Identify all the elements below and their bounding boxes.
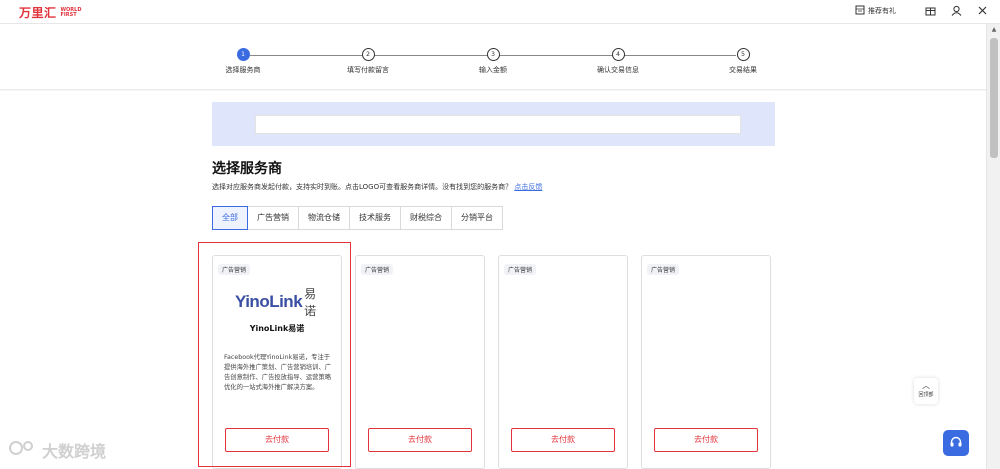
step-2: 2 填写付款留言: [328, 48, 408, 75]
step-1: 1 选择服务商: [203, 48, 283, 75]
user-button[interactable]: [948, 3, 964, 19]
worldfirst-logo[interactable]: 万里汇 WORLD FIRST: [19, 4, 89, 21]
card-category-tag: 广告营销: [504, 264, 537, 275]
user-icon: [951, 5, 962, 18]
main-content: 选择服务商 选择对应服务商发起付款，支持实时到账。点击LOGO可查看服务商详情。…: [0, 91, 986, 469]
card-category-tag: 广告营销: [361, 264, 394, 275]
category-tabs: 全部 广告营销 物流仓储 技术服务 财税综合 分销平台: [212, 206, 503, 230]
step-3: 3 输入金额: [453, 48, 533, 75]
close-button[interactable]: [974, 3, 990, 19]
progress-steps: 1 选择服务商 2 填写付款留言 3 输入金额 4 确认交易信息 5 交易结果: [0, 24, 986, 90]
customer-service-button[interactable]: [943, 430, 969, 456]
chevron-up-icon: ︿: [922, 381, 930, 390]
card-category-tag: 广告营销: [647, 264, 680, 275]
provider-card[interactable]: 广告营销 去付款: [641, 255, 771, 469]
pay-button[interactable]: 去付款: [654, 428, 758, 452]
provider-card[interactable]: 广告营销 去付款: [355, 255, 485, 469]
provider-card[interactable]: 广告营销 去付款: [498, 255, 628, 469]
step-1-dot: 1: [236, 48, 250, 61]
search-banner: [212, 102, 775, 146]
step-3-dot: 3: [486, 48, 500, 61]
step-2-label: 填写付款留言: [347, 66, 389, 74]
headset-icon: [949, 434, 963, 453]
step-5-label: 交易结果: [729, 66, 757, 74]
watermark: 大数跨境: [8, 438, 106, 462]
search-input[interactable]: [255, 115, 741, 134]
step-3-label: 输入金额: [479, 66, 507, 74]
gift-icon: [855, 5, 865, 17]
step-4-dot: 4: [611, 48, 625, 61]
referral-gift-link[interactable]: 推荐有礼: [855, 5, 896, 17]
step-5-dot: 5: [736, 48, 750, 61]
close-icon: [978, 6, 987, 17]
tab-logistics[interactable]: 物流仓储: [298, 206, 350, 230]
back-to-top-button[interactable]: ︿ 回顶部: [914, 378, 938, 404]
subtitle-text: 选择对应服务商发起付款，支持实时到账。点击LOGO可查看服务商详情。没有找到您的…: [212, 183, 513, 191]
scroll-up-icon[interactable]: ▲: [987, 24, 1000, 36]
step-5: 5 交易结果: [703, 48, 783, 75]
tab-tech-services[interactable]: 技术服务: [349, 206, 401, 230]
gift-label: 推荐有礼: [868, 7, 896, 15]
page-subtitle: 选择对应服务商发起付款，支持实时到账。点击LOGO可查看服务商详情。没有找到您的…: [212, 182, 542, 192]
step-2-dot: 2: [361, 48, 375, 61]
tab-all[interactable]: 全部: [212, 206, 248, 230]
app-grid-button[interactable]: [922, 3, 938, 19]
logo-en-text: WORLD FIRST: [60, 6, 82, 18]
back-to-top-label: 回顶部: [918, 392, 934, 398]
scroll-thumb[interactable]: [990, 38, 998, 158]
tab-distribution[interactable]: 分销平台: [451, 206, 503, 230]
tab-tax[interactable]: 财税综合: [400, 206, 452, 230]
step-4: 4 确认交易信息: [578, 48, 658, 75]
logo-cn-text: 万里汇: [19, 6, 57, 20]
pay-button[interactable]: 去付款: [511, 428, 615, 452]
page-scrollbar[interactable]: ▲: [986, 24, 1000, 469]
selection-highlight: [198, 242, 351, 467]
step-4-label: 确认交易信息: [597, 66, 639, 74]
feedback-link[interactable]: 点击反馈: [514, 183, 542, 191]
top-bar: 万里汇 WORLD FIRST 推荐有礼: [0, 0, 1000, 24]
gift-box-icon: [925, 5, 936, 18]
pay-button[interactable]: 去付款: [368, 428, 472, 452]
watermark-text: 大数跨境: [42, 442, 107, 461]
page-title: 选择服务商: [212, 161, 282, 177]
tab-advertising[interactable]: 广告营销: [247, 206, 299, 230]
watermark-logo-icon: [8, 438, 38, 462]
step-1-label: 选择服务商: [225, 66, 261, 74]
